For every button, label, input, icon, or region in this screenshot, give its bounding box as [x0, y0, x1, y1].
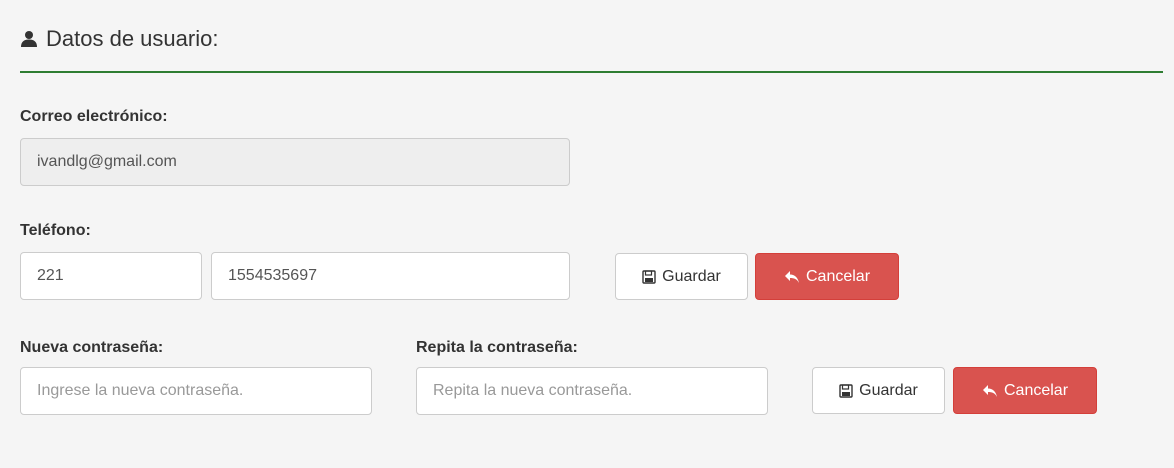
password-cancel-label: Cancelar [1003, 381, 1069, 399]
phone-cancel-label: Cancelar [805, 267, 871, 285]
floppy-disk-icon [642, 269, 656, 284]
repeat-password-label: Repita la contraseña: [416, 339, 578, 356]
reply-arrow-icon [982, 384, 997, 397]
phone-area-code-input[interactable] [20, 252, 202, 300]
phone-save-label: Guardar [662, 267, 721, 285]
phone-save-button[interactable]: Guardar [615, 253, 748, 300]
user-icon [21, 31, 37, 47]
new-password-label: Nueva contraseña: [20, 339, 164, 356]
email-field[interactable] [20, 138, 570, 186]
phone-number-input[interactable] [211, 252, 570, 300]
section-title: Datos de usuario: [46, 26, 219, 51]
repeat-password-input[interactable] [416, 367, 768, 415]
email-label: Correo electrónico: [20, 108, 168, 125]
password-save-button[interactable]: Guardar [812, 367, 945, 414]
section-divider [20, 71, 1163, 73]
reply-arrow-icon [784, 270, 799, 283]
floppy-disk-icon [839, 383, 853, 398]
password-save-label: Guardar [859, 381, 918, 399]
phone-label: Teléfono: [20, 222, 91, 239]
password-cancel-button[interactable]: Cancelar [953, 367, 1097, 414]
new-password-input[interactable] [20, 367, 372, 415]
section-header: Datos de usuario: [20, 26, 218, 52]
phone-cancel-button[interactable]: Cancelar [755, 253, 899, 300]
